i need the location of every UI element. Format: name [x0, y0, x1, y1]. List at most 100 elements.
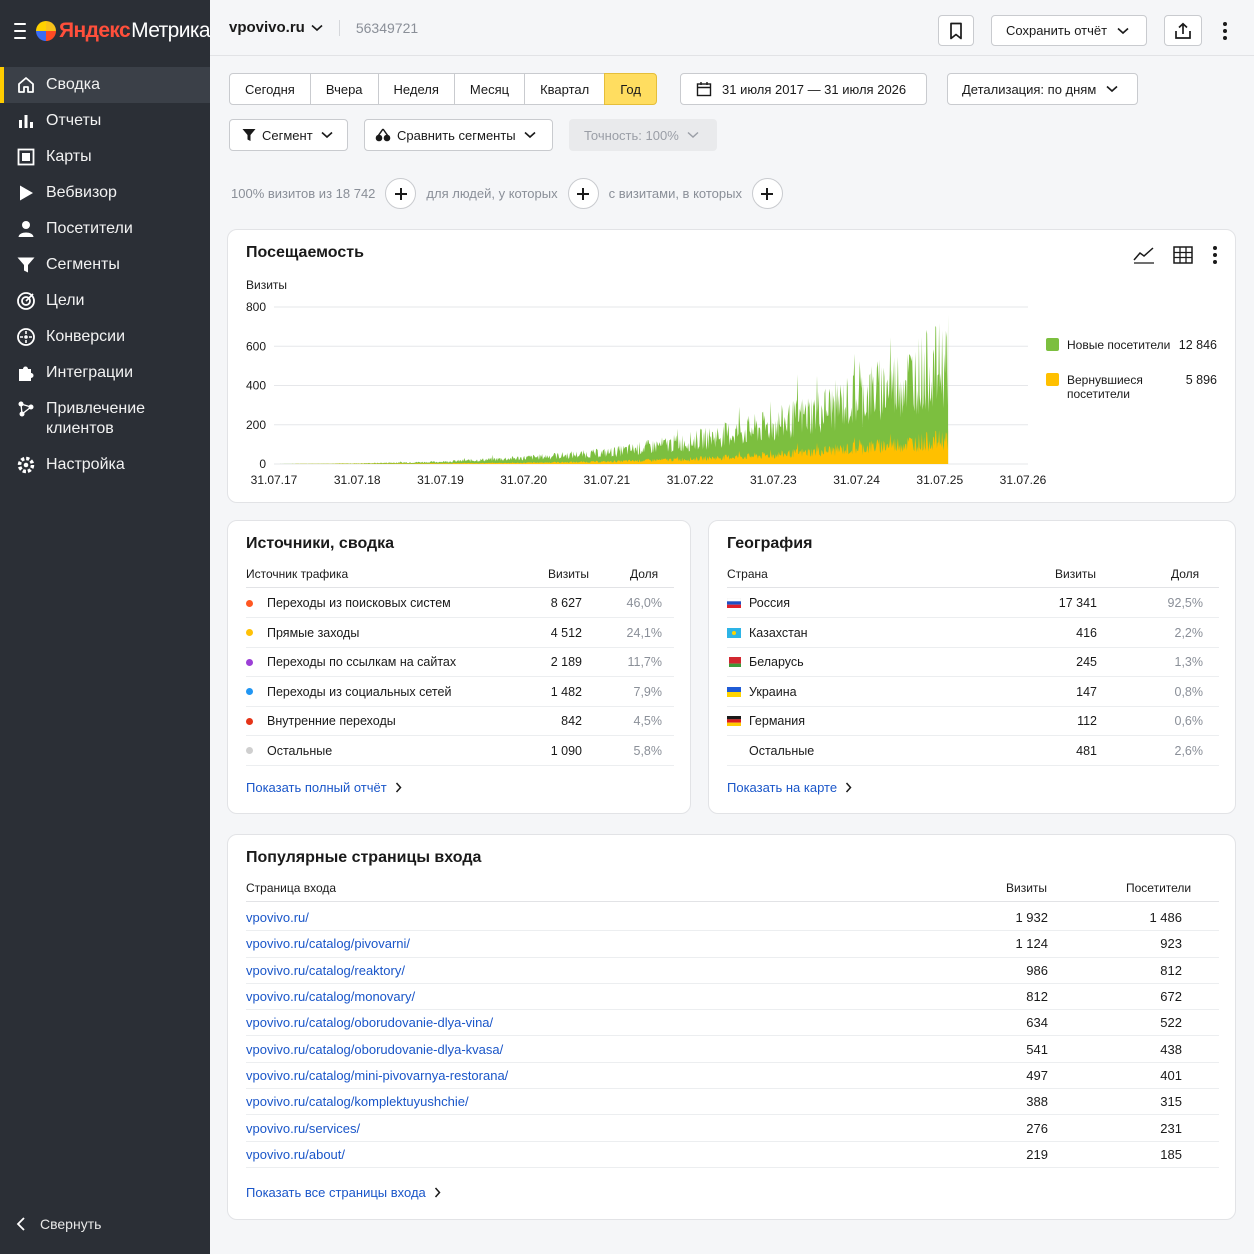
flag-by-icon	[727, 657, 741, 667]
source-share: 24,1%	[626, 625, 662, 640]
bookmark-button[interactable]	[938, 15, 974, 46]
entry-page-link[interactable]: vpovivo.ru/catalog/reaktory/	[246, 963, 405, 978]
period-tab-3[interactable]: Неделя	[377, 73, 455, 105]
country-share: 0,8%	[1174, 684, 1204, 699]
table-row[interactable]: Россия 17 341 92,5%	[727, 589, 1219, 618]
export-button[interactable]	[1164, 15, 1202, 46]
table-row[interactable]: Прямые заходы 4 512 24,1%	[246, 619, 674, 648]
entry-page-link[interactable]: vpovivo.ru/catalog/oborudovanie-dlya-kva…	[246, 1042, 503, 1057]
period-tab-4[interactable]: Месяц	[453, 73, 526, 105]
legend-label: Вернувшиеся посетители	[1067, 373, 1143, 401]
chevron-down-icon	[311, 24, 323, 31]
more-menu-button[interactable]	[1218, 20, 1232, 42]
entry-page-link[interactable]: vpovivo.ru/catalog/pivovarni/	[246, 936, 410, 951]
entry-page-link[interactable]: vpovivo.ru/catalog/monovary/	[246, 989, 415, 1004]
table-row[interactable]: Беларусь 245 1,3%	[727, 648, 1219, 677]
entry-page-link[interactable]: vpovivo.ru/catalog/oborudovanie-dlya-vin…	[246, 1015, 493, 1030]
col-country: Страна	[727, 567, 768, 581]
y-axis-label: Визиты	[246, 278, 287, 292]
table-row: vpovivo.ru/catalog/oborudovanie-dlya-vin…	[246, 1010, 1219, 1037]
entry-page-link[interactable]: vpovivo.ru/	[246, 910, 309, 925]
sidebar-item-1[interactable]: Сводка	[0, 67, 210, 103]
sidebar-item-8[interactable]: Конверсии	[0, 319, 210, 355]
source-name: Переходы по ссылкам на сайтах	[267, 655, 457, 669]
x-tick-label: 31.07.20	[500, 473, 547, 487]
sidebar-item-label: Конверсии	[46, 328, 126, 345]
entry-pages-widget: Популярные страницы входа Страница входа…	[227, 834, 1236, 1220]
calendar-icon	[696, 82, 712, 97]
menu-icon[interactable]	[14, 23, 27, 39]
table-row[interactable]: Внутренние переходы 842 4,5%	[246, 707, 674, 736]
collapse-button[interactable]: Свернуть	[16, 1216, 101, 1232]
logo[interactable]: Яндекс Метрика	[36, 19, 211, 43]
period-tab-6[interactable]: Год	[604, 73, 657, 105]
table-row[interactable]: Переходы по ссылкам на сайтах 2 189 11,7…	[246, 648, 674, 677]
map-icon	[17, 148, 35, 166]
sidebar-item-label: Настройка	[46, 456, 125, 473]
table-row[interactable]: Казахстан 416 2,2%	[727, 619, 1219, 648]
legend-swatch	[1046, 338, 1059, 351]
table-row[interactable]: Остальные 1 090 5,8%	[246, 737, 674, 766]
table-row[interactable]: Украина 147 0,8%	[727, 678, 1219, 707]
entry-page-visits: 634	[1026, 1015, 1048, 1031]
entry-page-visits: 986	[1026, 962, 1048, 978]
show-full-report-link[interactable]: Показать полный отчёт	[246, 780, 402, 795]
period-tab-2[interactable]: Вчера	[309, 73, 379, 105]
x-tick-label: 31.07.21	[584, 473, 631, 487]
sources-title: Источники, сводка	[246, 535, 395, 552]
sidebar-item-5[interactable]: Посетители	[0, 211, 210, 247]
entry-page-link[interactable]: vpovivo.ru/about/	[246, 1147, 345, 1162]
compare-segments-button[interactable]: Сравнить сегменты	[364, 119, 553, 151]
source-name: Внутренние переходы	[267, 714, 396, 728]
show-on-map-link[interactable]: Показать на карте	[727, 780, 852, 795]
geography-widget: География Страна Визиты Доля Россия 17 3…	[708, 520, 1236, 814]
period-tab-5[interactable]: Квартал	[524, 73, 606, 105]
sidebar-item-label: Вебвизор	[46, 184, 117, 201]
source-share: 46,0%	[626, 596, 662, 610]
entry-page-link[interactable]: vpovivo.ru/catalog/komplektuyushchie/	[246, 1094, 469, 1109]
site-selector[interactable]: vpovivo.ru	[229, 19, 323, 36]
chart-tools	[1115, 245, 1219, 265]
sidebar-item-10[interactable]: Привлечение клиентов	[0, 391, 210, 447]
sidebar-header: Яндекс Метрика	[0, 0, 211, 62]
table-row[interactable]: Остальные 481 2,6%	[727, 737, 1219, 766]
sidebar-item-9[interactable]: Интеграции	[0, 355, 210, 391]
y-tick-label: 200	[246, 418, 266, 432]
add-visits-filter-button[interactable]	[751, 178, 783, 209]
entry-page-link[interactable]: vpovivo.ru/services/	[246, 1121, 360, 1136]
save-report-button[interactable]: Сохранить отчёт	[991, 15, 1147, 46]
table-row: vpovivo.ru/catalog/oborudovanie-dlya-kva…	[246, 1037, 1219, 1063]
show-all-entry-pages-link[interactable]: Показать все страницы входа	[246, 1185, 441, 1200]
sidebar-item-7[interactable]: Цели	[0, 283, 210, 319]
table-icon[interactable]	[1173, 246, 1193, 264]
entry-page-visitors: 231	[1160, 1120, 1182, 1136]
country-visits: 17 341	[1058, 596, 1097, 610]
date-range-picker[interactable]: 31 июля 2017 — 31 июля 2026	[680, 73, 927, 105]
sidebar-item-11[interactable]: Настройка	[0, 447, 210, 483]
country-visits: 112	[1077, 714, 1097, 728]
table-row[interactable]: Переходы из поисковых систем 8 627 46,0%	[246, 589, 674, 618]
line-chart-icon[interactable]	[1133, 246, 1155, 264]
header-divider	[246, 901, 1219, 902]
entry-page-link[interactable]: vpovivo.ru/catalog/mini-pivovarnya-resto…	[246, 1068, 508, 1083]
sidebar-item-2[interactable]: Отчеты	[0, 103, 210, 139]
country-name: Германия	[749, 714, 806, 728]
add-filter-button[interactable]	[385, 178, 417, 209]
period-tab-1[interactable]: Сегодня	[229, 73, 311, 105]
sidebar-item-3[interactable]: Карты	[0, 139, 210, 175]
accuracy-select[interactable]: Точность: 100%	[569, 119, 717, 151]
segment-button[interactable]: Сегмент	[229, 119, 348, 151]
sidebar-item-6[interactable]: Сегменты	[0, 247, 210, 283]
more-vertical-icon[interactable]	[1211, 245, 1219, 265]
x-tick-label: 31.07.22	[667, 473, 714, 487]
table-row[interactable]: Германия 112 0,6%	[727, 707, 1219, 736]
accuracy-label: Точность: 100%	[584, 127, 679, 143]
sidebar-item-label: Посетители	[46, 220, 133, 237]
header-divider	[246, 587, 674, 588]
sidebar-item-label: Сегменты	[46, 256, 120, 273]
table-row: vpovivo.ru/catalog/monovary/ 812 672	[246, 984, 1219, 1011]
table-row[interactable]: Переходы из социальных сетей 1 482 7,9%	[246, 678, 674, 707]
sidebar-item-4[interactable]: Вебвизор	[0, 175, 210, 211]
add-people-filter-button[interactable]	[567, 178, 599, 209]
detalization-select[interactable]: Детализация: по дням	[947, 73, 1138, 105]
